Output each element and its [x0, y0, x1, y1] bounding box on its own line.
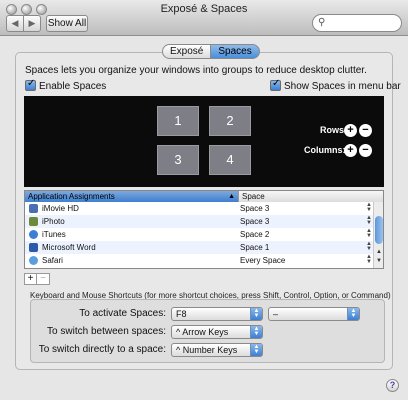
spaces-preview: 1 2 3 4 Rows: Columns: + − + −	[24, 96, 384, 187]
column-header-label: Application Assignments	[28, 192, 115, 201]
space-assignment[interactable]: Space 3	[240, 217, 269, 226]
checkbox-checked-icon[interactable]	[270, 78, 281, 91]
back-button[interactable]: ◀	[6, 15, 24, 32]
table-row[interactable]: iTunes Space 2 ▲ ▼	[25, 228, 373, 241]
space-assignment[interactable]: Every Space	[240, 256, 285, 265]
scroll-up-icon[interactable]: ▲	[375, 249, 383, 255]
tab-spaces[interactable]: Spaces	[211, 44, 260, 59]
column-header-application[interactable]: Application Assignments ▲	[25, 191, 238, 202]
remove-row-button[interactable]: −	[359, 124, 372, 137]
popup-arrows-icon[interactable]: ▲ ▼	[250, 326, 262, 338]
enable-spaces-checkbox[interactable]: Enable Spaces	[25, 78, 107, 92]
switch-spaces-label: To switch between spaces:	[47, 326, 166, 337]
show-in-menubar-label: Show Spaces in menu bar	[284, 81, 401, 92]
add-remove-controls: + −	[24, 273, 50, 285]
application-assignments-table: Application Assignments ▲ Space iMovie H…	[24, 190, 384, 269]
activate-modifier-value: –	[273, 309, 279, 319]
scroll-thumb[interactable]	[375, 216, 383, 244]
table-row[interactable]: Safari Every Space ▲ ▼	[25, 254, 373, 267]
remove-assignment-button[interactable]: −	[37, 273, 50, 285]
popup-arrows-icon[interactable]: ▲ ▼	[366, 215, 372, 226]
intro-text: Spaces lets you organize your windows in…	[25, 65, 367, 76]
rows-label: Rows:	[320, 125, 347, 135]
itunes-icon	[29, 230, 38, 239]
space-tile-3[interactable]: 3	[157, 145, 199, 175]
safari-icon	[29, 256, 38, 265]
column-header-space[interactable]: Space	[238, 191, 383, 202]
app-name: iMovie HD	[42, 204, 79, 213]
forward-button[interactable]: ▶	[23, 15, 41, 32]
remove-column-button[interactable]: −	[359, 144, 372, 157]
activate-modifier-popup[interactable]: – ▲ ▼	[268, 307, 360, 321]
scroll-down-icon[interactable]: ▼	[375, 258, 383, 264]
switch-spaces-popup[interactable]: ^ Arrow Keys ▲ ▼	[171, 325, 263, 339]
switch-spaces-value: ^ Arrow Keys	[176, 327, 229, 337]
table-scrollbar[interactable]: ▲ ▼	[373, 202, 383, 268]
tab-expose[interactable]: Exposé	[162, 44, 212, 59]
add-row-button[interactable]: +	[344, 124, 357, 137]
popup-arrows-icon[interactable]: ▲ ▼	[347, 308, 359, 320]
app-name: iTunes	[42, 230, 66, 239]
app-name: Microsoft Word	[42, 243, 96, 252]
show-in-menubar-checkbox[interactable]: Show Spaces in menu bar	[270, 78, 401, 92]
popup-arrows-icon[interactable]: ▲ ▼	[366, 228, 372, 239]
space-tile-1[interactable]: 1	[157, 106, 199, 136]
search-field[interactable]: ⚲	[312, 14, 402, 32]
app-name: iPhoto	[42, 217, 65, 226]
popup-arrows-icon[interactable]: ▲ ▼	[366, 241, 372, 252]
table-row[interactable]: iPhoto Space 3 ▲ ▼	[25, 215, 373, 228]
activate-key-value: F8	[176, 309, 187, 319]
space-assignment[interactable]: Space 1	[240, 243, 269, 252]
activate-spaces-label: To activate Spaces:	[79, 308, 166, 319]
title-bar: Exposé & Spaces ◀ ▶ Show All ⚲	[0, 0, 408, 36]
sort-ascending-icon: ▲	[228, 193, 235, 200]
iphoto-icon	[29, 217, 38, 226]
search-icon: ⚲	[318, 17, 326, 28]
word-icon	[29, 243, 38, 252]
space-tile-2[interactable]: 2	[209, 106, 251, 136]
checkbox-checked-icon[interactable]	[25, 78, 36, 91]
space-tile-4[interactable]: 4	[209, 145, 251, 175]
add-assignment-button[interactable]: +	[24, 273, 37, 285]
table-row[interactable]: Microsoft Word Space 1 ▲ ▼	[25, 241, 373, 254]
switch-directly-label: To switch directly to a space:	[38, 344, 166, 355]
switch-directly-value: ^ Number Keys	[176, 345, 238, 355]
activate-key-popup[interactable]: F8 ▲ ▼	[171, 307, 263, 321]
table-row[interactable]: iMovie HD Space 3 ▲ ▼	[25, 202, 373, 215]
tab-bar: Exposé Spaces	[162, 44, 260, 59]
popup-arrows-icon[interactable]: ▲ ▼	[250, 344, 262, 356]
add-column-button[interactable]: +	[344, 144, 357, 157]
show-all-button[interactable]: Show All	[46, 15, 88, 32]
help-button[interactable]: ?	[386, 379, 399, 392]
imovie-icon	[29, 204, 38, 213]
shortcuts-group: To activate Spaces: To switch between sp…	[30, 299, 385, 363]
search-input[interactable]	[329, 16, 397, 30]
space-assignment[interactable]: Space 2	[240, 230, 269, 239]
app-name: Safari	[42, 256, 63, 265]
table-header: Application Assignments ▲ Space	[25, 191, 383, 202]
popup-arrows-icon[interactable]: ▲ ▼	[366, 254, 372, 265]
space-assignment[interactable]: Space 3	[240, 204, 269, 213]
switch-directly-popup[interactable]: ^ Number Keys ▲ ▼	[171, 343, 263, 357]
enable-spaces-label: Enable Spaces	[39, 81, 107, 92]
popup-arrows-icon[interactable]: ▲ ▼	[250, 308, 262, 320]
popup-arrows-icon[interactable]: ▲ ▼	[366, 202, 372, 213]
columns-label: Columns:	[304, 145, 346, 155]
